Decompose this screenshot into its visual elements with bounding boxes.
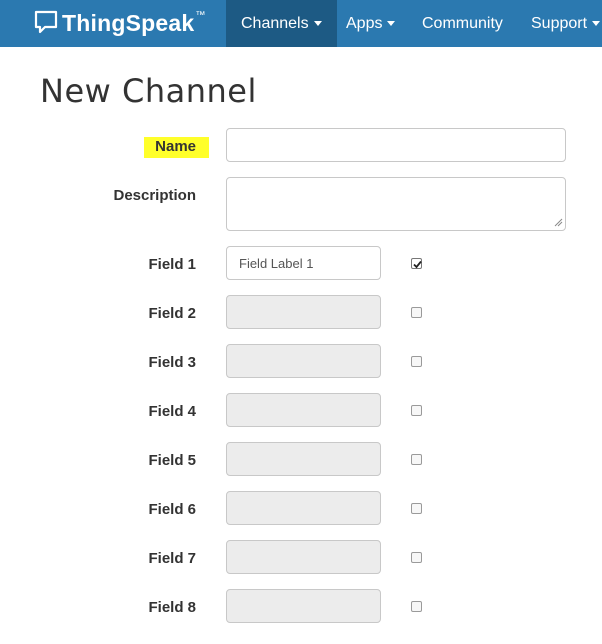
field-1-checkbox[interactable]: [411, 258, 422, 269]
field-8-checkbox[interactable]: [411, 601, 422, 612]
field-3-label: Field 3: [148, 354, 196, 371]
nav-channels-label: Channels: [241, 15, 309, 32]
nav-apps-label: Apps: [346, 15, 383, 32]
field-6-label: Field 6: [148, 501, 196, 518]
name-input[interactable]: [226, 128, 566, 162]
field-6-input[interactable]: [226, 491, 381, 525]
field-4-checkbox[interactable]: [411, 405, 422, 416]
field-1-input[interactable]: [226, 246, 381, 280]
field-4-label: Field 4: [148, 403, 196, 420]
field-2-input[interactable]: [226, 295, 381, 329]
brand-logo[interactable]: ThingSpeak ™: [34, 8, 205, 38]
nav-community[interactable]: Community: [407, 0, 518, 47]
field-5-input[interactable]: [226, 442, 381, 476]
description-input[interactable]: [226, 177, 566, 231]
field-3-checkbox[interactable]: [411, 356, 422, 367]
speech-bubble-icon: [34, 10, 58, 34]
resize-handle-icon[interactable]: [553, 217, 563, 227]
field-7-checkbox[interactable]: [411, 552, 422, 563]
caret-down-icon: [387, 21, 396, 27]
nav-support[interactable]: Support: [516, 0, 602, 47]
field-4-input[interactable]: [226, 393, 381, 427]
field-6-checkbox[interactable]: [411, 503, 422, 514]
nav-support-label: Support: [531, 15, 588, 32]
brand-trademark: ™: [195, 9, 206, 21]
field-5-label: Field 5: [148, 452, 196, 469]
nav-channels[interactable]: Channels: [226, 0, 337, 47]
field-1-label: Field 1: [148, 256, 196, 273]
field-2-label: Field 2: [148, 305, 196, 322]
field-7-input[interactable]: [226, 540, 381, 574]
field-5-checkbox[interactable]: [411, 454, 422, 465]
field-3-input[interactable]: [226, 344, 381, 378]
nav-apps[interactable]: Apps: [331, 0, 410, 47]
navbar: ThingSpeak ™ Channels Apps Community Sup…: [0, 0, 602, 47]
caret-down-icon: [313, 21, 322, 27]
field-8-input[interactable]: [226, 589, 381, 623]
caret-down-icon: [592, 21, 601, 27]
brand-name: ThingSpeak: [62, 9, 195, 36]
field-7-label: Field 7: [148, 550, 196, 567]
field-2-checkbox[interactable]: [411, 307, 422, 318]
name-label: Name: [155, 138, 196, 155]
nav-community-label: Community: [422, 15, 503, 32]
page-title: New Channel: [40, 72, 257, 110]
field-8-label: Field 8: [148, 599, 196, 616]
checkmark-icon: [413, 260, 422, 269]
description-label: Description: [113, 187, 196, 204]
